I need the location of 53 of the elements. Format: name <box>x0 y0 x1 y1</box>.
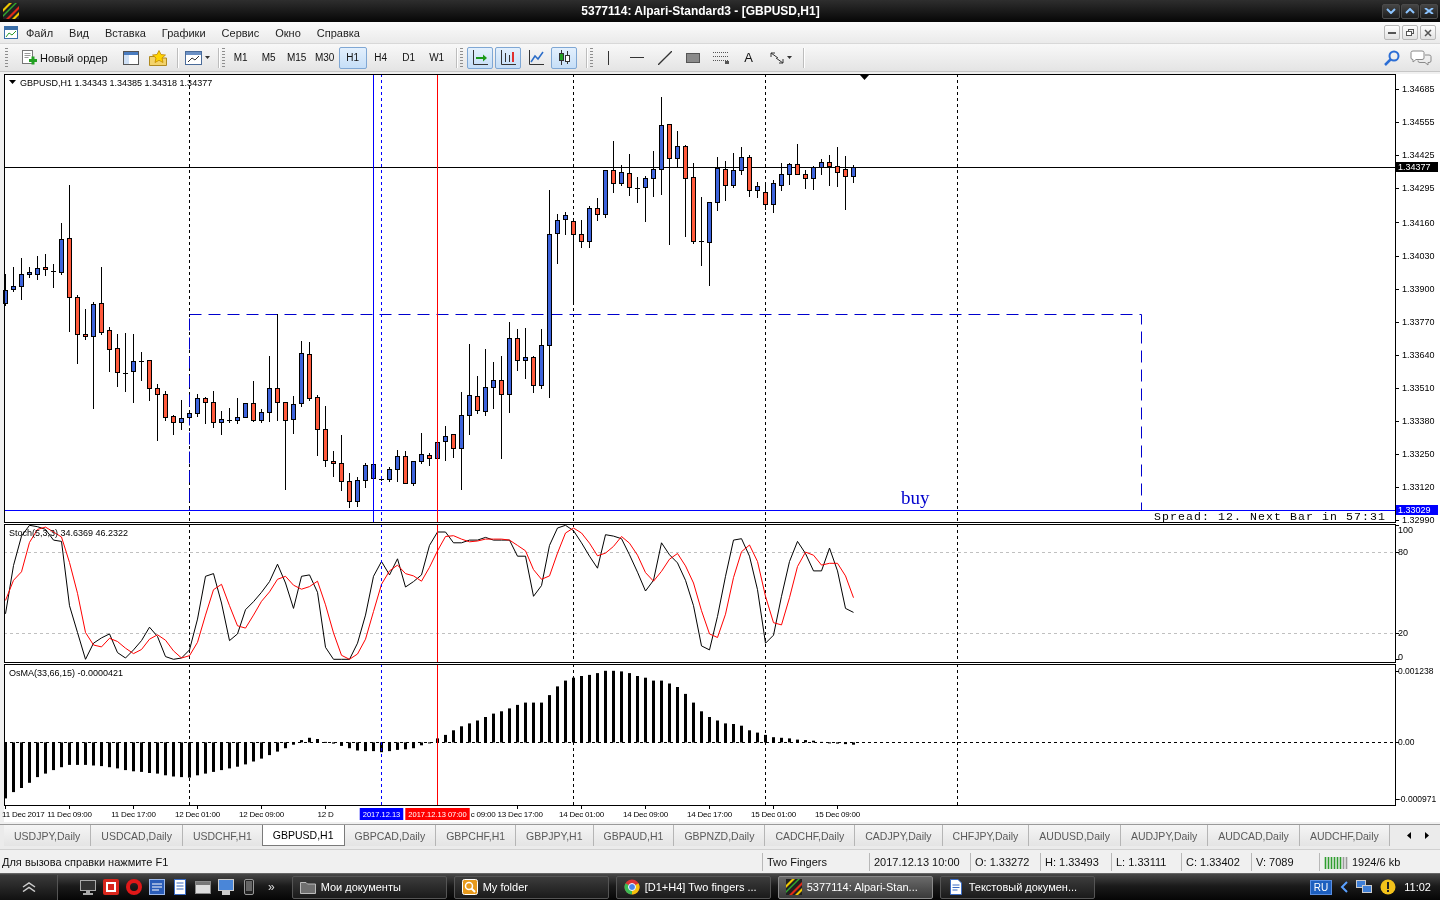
window-title: 5377114: Alpari-Standard3 - [GBPUSD,H1] <box>580 4 821 18</box>
axis-fragment: c 09:00 <box>470 810 496 819</box>
time-label: 14 Dec 17:00 <box>686 810 733 819</box>
help-text: Для вызова справки нажмите F1 <box>1 854 170 870</box>
time-label: 14 Dec 09:00 <box>622 810 669 819</box>
time-label: 14 Dec 01:00 <box>558 810 605 819</box>
axis-label: 1.33250 <box>1402 448 1435 459</box>
low-price: L: 1.33111 <box>1111 852 1181 871</box>
time-label: 11 Dec 09:00 <box>47 810 92 819</box>
axis-label: 1.33120 <box>1402 481 1435 492</box>
time-label: 15 Dec 09:00 <box>814 810 861 819</box>
axis-label: 1.33380 <box>1402 415 1435 426</box>
ref-line-label: 1.34377 <box>1398 162 1431 172</box>
high-price: H: 1.33493 <box>1040 852 1111 871</box>
time-label: 12 Dec 01:00 <box>174 810 221 819</box>
axis-label: -0.000971 <box>1398 793 1437 804</box>
price-tag: 1.33029 <box>1396 505 1438 515</box>
bar-time: 2017.12.13 10:00 <box>869 852 970 871</box>
traffic-text: 1924/6 kb <box>1352 855 1401 868</box>
volume-value: V: 7089 <box>1251 852 1319 871</box>
time-label: 12 Dec 09:00 <box>238 810 285 819</box>
time-label: 11 Dec 17:00 <box>111 810 156 819</box>
time-label: 11 Dec 2017 <box>2 810 45 819</box>
axis-label: 1.33900 <box>1402 283 1435 294</box>
axis-label: 1.34425 <box>1402 150 1435 161</box>
open-price: O: 1.33272 <box>970 852 1040 871</box>
axis-label: 1.34555 <box>1402 117 1435 128</box>
axis-label: 1.34685 <box>1402 84 1435 94</box>
axis-label: 1.32990 <box>1402 515 1435 525</box>
axis-label: 20 <box>1398 627 1408 638</box>
chart-annotation: buy <box>901 486 930 508</box>
pane-title: GBPUSD,H1 1.34343 1.34385 1.34318 1.34377 <box>20 77 213 88</box>
axis-label: 1.34295 <box>1402 183 1435 194</box>
axis-label: 1.33510 <box>1402 382 1435 393</box>
axis-label: 1.33640 <box>1402 349 1435 360</box>
ref-line-label: 1.33029 <box>1398 505 1431 515</box>
axis-label: 1.33770 <box>1402 316 1435 327</box>
spread-info: Spread: 12. Next Bar in 57:31 <box>1153 510 1386 523</box>
profile-name: Two Fingers <box>762 852 869 871</box>
price-tag: 1.34377 <box>1396 162 1438 172</box>
axis-label: 80 <box>1398 547 1408 558</box>
axis-label: 100 <box>1398 525 1414 535</box>
pane-title: OsMA(33,66,15) -0.0000421 <box>9 667 124 678</box>
axis-label: 1.34030 <box>1402 250 1435 261</box>
axis-label: 0 <box>1398 652 1403 662</box>
axis-label: 1.34160 <box>1402 217 1435 228</box>
axis-label: 0.00 <box>1398 737 1415 748</box>
clock: 11:02 <box>1404 881 1431 893</box>
time-label: 12 D <box>317 810 334 819</box>
time-label: 13 Dec 17:00 <box>497 810 543 819</box>
time-label: 15 Dec 01:00 <box>750 810 797 819</box>
axis-label: 0.001238 <box>1398 665 1434 676</box>
close-price: C: 1.33402 <box>1181 852 1251 871</box>
